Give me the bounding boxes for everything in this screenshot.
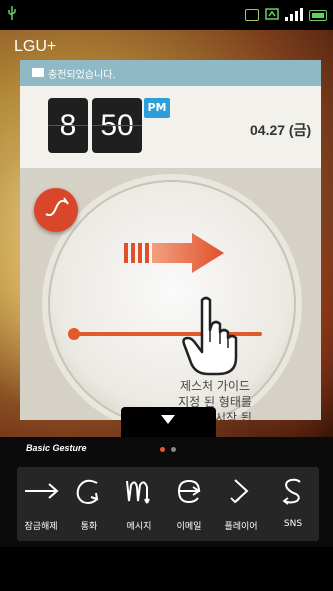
signal-icon bbox=[285, 7, 303, 21]
m-gesture-icon bbox=[126, 480, 150, 504]
curved-arrow-icon bbox=[76, 479, 99, 504]
status-bar bbox=[0, 0, 333, 30]
clock-row: 8 50 PM 04.27 (금) bbox=[20, 86, 321, 168]
chevron-gesture-icon bbox=[230, 479, 249, 504]
bottom-area bbox=[0, 547, 333, 591]
gesture-label: 메시지 bbox=[126, 522, 152, 532]
gesture-item-player[interactable]: 플레이어 bbox=[217, 467, 265, 541]
gesture-strip: 잠금해제 통화 메시지 이메일 플레이어 SNS bbox=[17, 467, 319, 541]
clock-date: 04.27 (금) bbox=[250, 122, 312, 138]
battery-full-icon bbox=[32, 68, 44, 77]
page-dot bbox=[171, 447, 176, 452]
wifi-icon bbox=[265, 8, 279, 20]
checkmark-swoosh-icon bbox=[45, 197, 69, 217]
gesture-label: 플레이어 bbox=[224, 522, 258, 532]
gesture-label: 통화 bbox=[80, 522, 98, 532]
ampm-badge: PM bbox=[144, 98, 170, 118]
clock-minute: 50 bbox=[92, 98, 142, 153]
gesture-label: 잠금해제 bbox=[24, 522, 58, 532]
carrier-label: LGU+ bbox=[14, 38, 57, 55]
clock-hour: 8 bbox=[48, 98, 88, 153]
gesture-label: 이메일 bbox=[176, 522, 202, 532]
gesture-logo-badge bbox=[34, 188, 78, 232]
swipe-right-arrow-icon bbox=[124, 233, 224, 273]
gesture-guide-area[interactable]: 제스처 가이드 지정 된 형태를 메뉴가 시작 됩 bbox=[20, 168, 321, 420]
s-gesture-icon bbox=[282, 478, 301, 505]
gesture-panel: Basic Gesture 잠금해제 통화 메시지 이메일 플레이어 SNS bbox=[0, 437, 333, 547]
notification-text: 충전되었습니다. bbox=[48, 70, 116, 81]
gesture-item-email[interactable]: 이메일 bbox=[165, 467, 213, 541]
gesture-item-call[interactable]: 통화 bbox=[65, 467, 113, 541]
gesture-item-message[interactable]: 메시지 bbox=[115, 467, 163, 541]
gesture-item-sns[interactable]: SNS bbox=[269, 467, 317, 541]
usb-icon bbox=[8, 6, 16, 20]
gesture-guide-line-1: 제스처 가이드 bbox=[179, 379, 251, 393]
screenshot-icon bbox=[245, 9, 259, 21]
panel-handle[interactable] bbox=[121, 407, 216, 437]
panel-title: Basic Gesture bbox=[26, 443, 87, 453]
page-dot-active bbox=[160, 447, 165, 452]
arrow-right-icon bbox=[25, 483, 59, 499]
page-indicator bbox=[160, 447, 176, 452]
gesture-item-unlock[interactable]: 잠금해제 bbox=[17, 467, 65, 541]
notification-bar: 충전되었습니다. bbox=[20, 60, 321, 86]
e-gesture-icon bbox=[177, 479, 201, 504]
battery-icon bbox=[309, 10, 327, 21]
chevron-down-icon bbox=[161, 415, 175, 424]
gesture-label: SNS bbox=[283, 519, 303, 529]
hand-pointer-icon bbox=[182, 296, 238, 376]
